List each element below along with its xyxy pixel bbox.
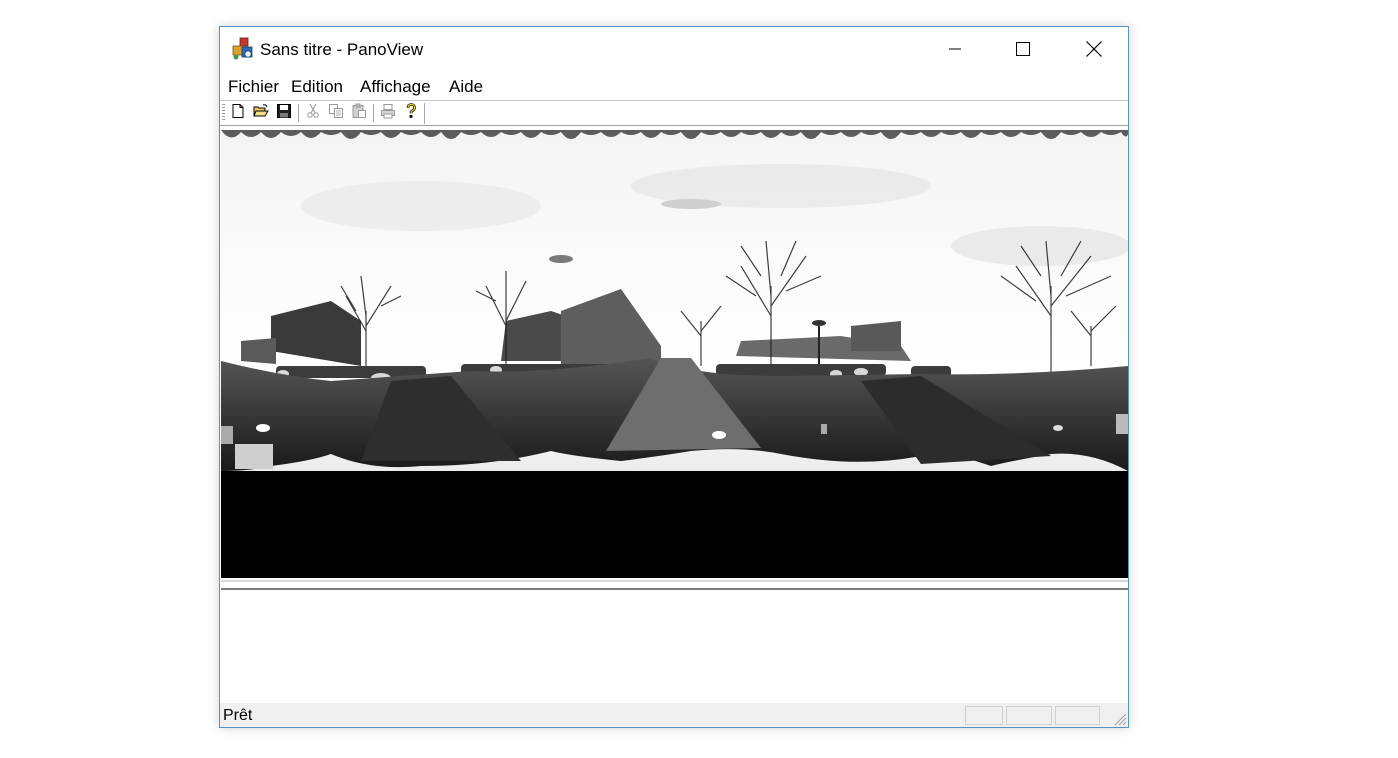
- toolbar-end-divider: [424, 103, 425, 124]
- status-pane: [1006, 706, 1052, 725]
- new-button[interactable]: [228, 103, 248, 123]
- resize-grip-icon[interactable]: [1113, 712, 1127, 726]
- panorama-image: [221, 126, 1128, 581]
- panoview-app-icon: [231, 37, 255, 61]
- help-icon: [403, 102, 419, 124]
- minimize-button[interactable]: [921, 27, 989, 71]
- toolbar: [220, 101, 1128, 126]
- maximize-icon: [1015, 41, 1031, 57]
- lower-pane: [221, 590, 1128, 703]
- copy-button[interactable]: [326, 103, 346, 123]
- paste-button[interactable]: [349, 103, 369, 123]
- toolbar-separator: [373, 104, 375, 122]
- window-title: Sans titre - PanoView: [260, 40, 424, 59]
- main-window: Sans titre - PanoView Fichier Edition Af…: [219, 26, 1129, 728]
- maximize-button[interactable]: [989, 27, 1057, 71]
- close-button[interactable]: [1060, 27, 1128, 71]
- cut-button[interactable]: [303, 103, 323, 123]
- save-button[interactable]: [274, 103, 294, 123]
- toolbar-grip[interactable]: [222, 104, 225, 122]
- status-text: Prêt: [223, 707, 253, 724]
- copy-icon: [328, 103, 344, 124]
- print-button[interactable]: [378, 103, 398, 123]
- save-icon: [276, 103, 292, 124]
- close-icon: [1085, 40, 1103, 58]
- help-button[interactable]: [401, 102, 421, 124]
- menu-affichage[interactable]: Affichage: [360, 77, 431, 97]
- menu-fichier[interactable]: Fichier: [228, 77, 279, 97]
- pane-splitter[interactable]: [221, 580, 1128, 590]
- new-document-icon: [230, 103, 246, 124]
- print-icon: [380, 103, 396, 124]
- status-pane: [1055, 706, 1100, 725]
- panorama-view[interactable]: [221, 126, 1128, 581]
- open-folder-icon: [253, 103, 269, 124]
- status-bar: Prêt: [220, 703, 1128, 727]
- minimize-icon: [947, 41, 963, 57]
- cut-icon: [305, 103, 321, 124]
- menu-bar: Fichier Edition Affichage Aide: [220, 74, 1128, 100]
- paste-icon: [351, 103, 367, 124]
- title-bar[interactable]: Sans titre - PanoView: [220, 27, 1128, 73]
- menu-edition[interactable]: Edition: [291, 77, 343, 97]
- status-pane: [965, 706, 1003, 725]
- toolbar-separator: [298, 104, 300, 122]
- open-button[interactable]: [251, 103, 271, 123]
- menu-aide[interactable]: Aide: [449, 77, 483, 97]
